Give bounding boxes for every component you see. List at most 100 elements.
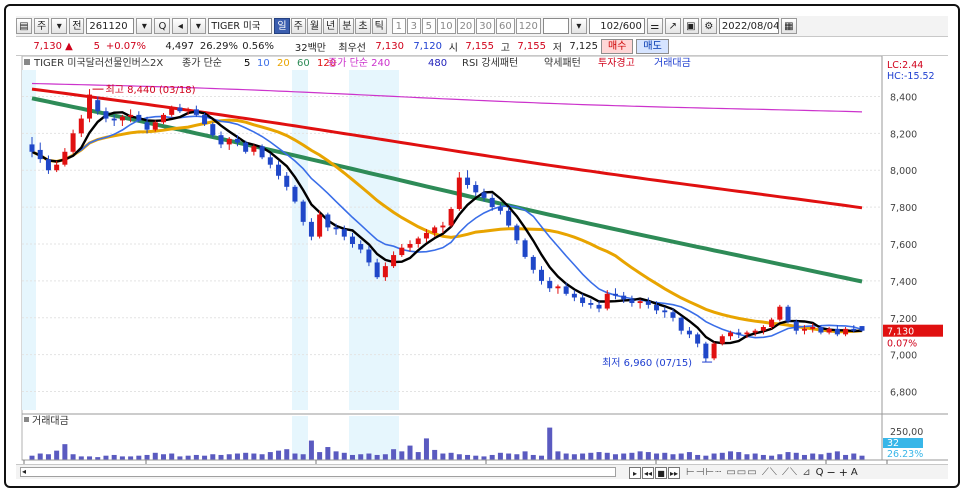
- gear-icon[interactable]: ⚙: [700, 18, 717, 34]
- candle-body[interactable]: [539, 269, 545, 281]
- horizontal-scrollbar[interactable]: ◂: [20, 467, 616, 477]
- candle-body[interactable]: [358, 244, 364, 250]
- candle-body[interactable]: [801, 328, 807, 331]
- candle-body[interactable]: [87, 94, 93, 119]
- calendar-icon[interactable]: ▦: [780, 18, 797, 34]
- candle-body[interactable]: [169, 107, 175, 115]
- candle-body[interactable]: [37, 149, 43, 160]
- prev-button[interactable]: 전: [69, 18, 85, 34]
- candle-body[interactable]: [54, 164, 60, 171]
- period-tab[interactable]: 분: [339, 18, 355, 34]
- candle-body[interactable]: [276, 164, 282, 176]
- candle-body[interactable]: [752, 330, 758, 333]
- search-icon[interactable]: Q: [154, 18, 171, 34]
- candle-body[interactable]: [78, 118, 84, 134]
- date-input[interactable]: 2022/08/04: [718, 18, 779, 34]
- last-page-icon[interactable]: ▸▸: [668, 466, 680, 479]
- candle-body[interactable]: [251, 146, 257, 152]
- candle-body[interactable]: [645, 301, 651, 305]
- candle-body[interactable]: [588, 303, 594, 305]
- candle-body[interactable]: [711, 343, 717, 359]
- candle-body[interactable]: [563, 286, 569, 294]
- candle-body[interactable]: [317, 214, 323, 237]
- chart-area[interactable]: 8,400 8,200 8,000 7,800 7,600 7,400 7,200 7,000…: [16, 56, 948, 464]
- candle-body[interactable]: [621, 295, 627, 300]
- candle-body[interactable]: [29, 144, 35, 152]
- candle-body[interactable]: [662, 310, 668, 313]
- candle-body[interactable]: [456, 177, 462, 209]
- candle-body[interactable]: [654, 304, 660, 311]
- period-tab[interactable]: 월: [306, 18, 323, 34]
- candle-body[interactable]: [777, 306, 783, 320]
- interval-input[interactable]: [542, 18, 569, 34]
- candle-body[interactable]: [308, 221, 314, 237]
- candle-body[interactable]: [440, 225, 446, 228]
- candle-body[interactable]: [843, 328, 849, 335]
- candle-body[interactable]: [571, 293, 577, 298]
- candle-body[interactable]: [119, 116, 125, 121]
- font-size-icon[interactable]: A: [851, 467, 858, 478]
- save-icon[interactable]: ▣: [682, 18, 699, 34]
- candle-body[interactable]: [703, 343, 709, 359]
- candle-body[interactable]: [218, 135, 224, 145]
- candle-body[interactable]: [596, 304, 602, 309]
- candle-body[interactable]: [391, 255, 397, 267]
- candle-body[interactable]: [45, 159, 51, 171]
- zoom-search-icon[interactable]: Q: [816, 467, 824, 478]
- candle-body[interactable]: [465, 177, 471, 185]
- interval-dropdown-icon[interactable]: ▾: [570, 18, 587, 34]
- candle-body[interactable]: [629, 299, 635, 304]
- interval-button[interactable]: 1: [391, 18, 406, 34]
- candle-body[interactable]: [111, 118, 117, 121]
- candle-body[interactable]: [300, 201, 306, 222]
- drawing-tools[interactable]: ⊢⊣⊢┈ ▭▭▭ ⟋⟍ ⟋⟍ ⊿: [686, 467, 812, 478]
- candle-body[interactable]: [243, 142, 249, 152]
- candle-body[interactable]: [522, 240, 528, 257]
- candle-body[interactable]: [769, 319, 775, 327]
- candle-body[interactable]: [210, 124, 216, 136]
- period-tab[interactable]: 초: [355, 18, 371, 34]
- candle-body[interactable]: [834, 328, 840, 335]
- candle-body[interactable]: [366, 249, 372, 263]
- candle-body[interactable]: [448, 208, 454, 226]
- candle-type-icon[interactable]: ⚌: [646, 18, 663, 34]
- candle-body[interactable]: [736, 332, 742, 335]
- candle-body[interactable]: [432, 227, 438, 233]
- speaker-icon[interactable]: ◂: [172, 18, 189, 34]
- candle-body[interactable]: [341, 229, 347, 237]
- interval-button[interactable]: 10: [436, 18, 456, 34]
- candle-body[interactable]: [284, 175, 290, 187]
- candle-body[interactable]: [415, 238, 421, 244]
- candle-body[interactable]: [851, 328, 857, 331]
- candle-body[interactable]: [514, 225, 520, 241]
- candle-body[interactable]: [530, 256, 536, 270]
- candle-body[interactable]: [719, 336, 725, 344]
- candle-body[interactable]: [185, 109, 191, 112]
- interval-button[interactable]: 120: [515, 18, 541, 34]
- candle-body[interactable]: [423, 232, 429, 239]
- candle-body[interactable]: [267, 157, 273, 165]
- candle-body[interactable]: [793, 321, 799, 331]
- candle-body[interactable]: [547, 280, 553, 289]
- candle-body[interactable]: [292, 186, 298, 202]
- candle-body[interactable]: [604, 293, 610, 309]
- candle-body[interactable]: [670, 312, 676, 318]
- candle-body[interactable]: [686, 330, 692, 335]
- play-icon[interactable]: ▸: [629, 466, 641, 479]
- interval-button[interactable]: 20: [456, 18, 476, 34]
- candle-body[interactable]: [103, 111, 109, 119]
- candle-body[interactable]: [637, 301, 643, 304]
- candle-body[interactable]: [728, 332, 734, 337]
- zoom-out-icon[interactable]: −: [826, 466, 835, 479]
- candle-body[interactable]: [555, 286, 561, 289]
- candle-body[interactable]: [859, 326, 865, 331]
- candle-body[interactable]: [226, 138, 232, 145]
- code-dropdown-icon[interactable]: ▾: [136, 18, 153, 34]
- candle-body[interactable]: [760, 327, 766, 331]
- first-page-icon[interactable]: ◂◂: [642, 466, 654, 479]
- candle-body[interactable]: [382, 266, 388, 278]
- candle-body[interactable]: [612, 293, 618, 296]
- candle-body[interactable]: [818, 327, 824, 333]
- candle-body[interactable]: [349, 236, 355, 244]
- interval-button[interactable]: 3: [406, 18, 421, 34]
